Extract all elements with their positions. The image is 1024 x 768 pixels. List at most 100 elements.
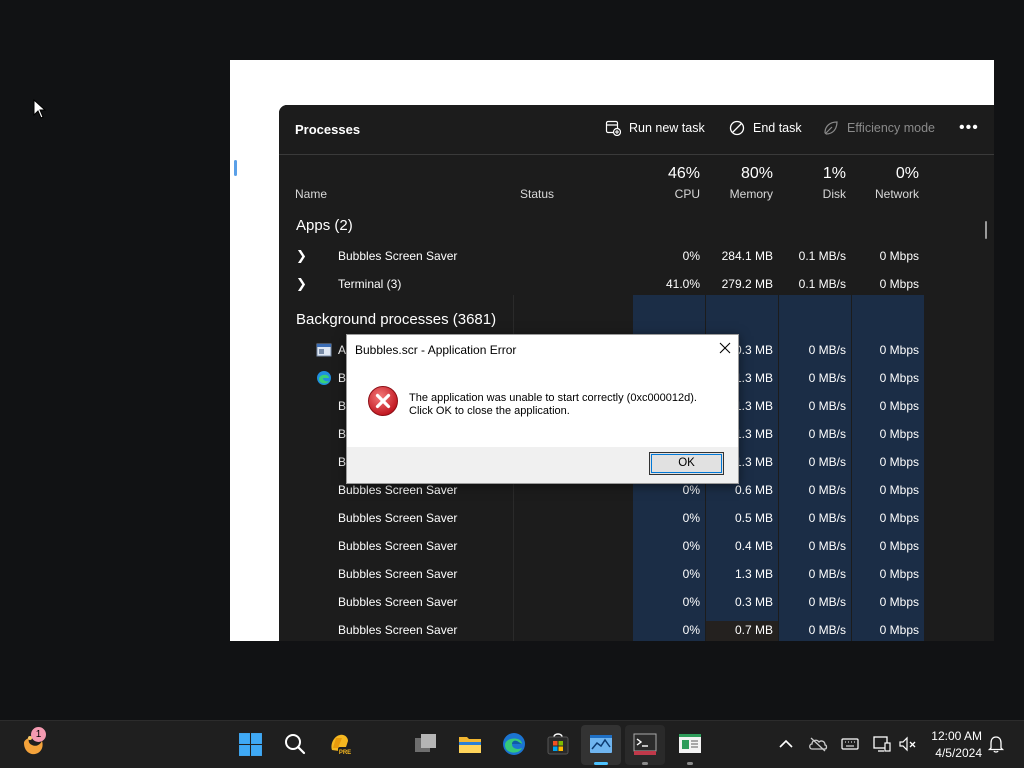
column-memory[interactable]: Memory xyxy=(712,187,773,201)
disk-value: 0 MB/s xyxy=(808,539,846,553)
table-row[interactable]: ❯ Terminal (3) 41.0% 279.2 MB 0.1 MB/s 0… xyxy=(279,270,994,298)
network-value: 0 Mbps xyxy=(879,343,919,357)
cpu-value: 0% xyxy=(682,595,700,609)
network-value: 0 Mbps xyxy=(879,623,919,637)
chevron-right-icon[interactable]: ❯ xyxy=(296,248,307,264)
network-value: 0 Mbps xyxy=(879,595,919,609)
chevron-up-icon[interactable] xyxy=(777,735,795,753)
terminal-icon[interactable] xyxy=(632,731,658,757)
column-cpu[interactable]: CPU xyxy=(639,187,700,201)
disk-value: 0 MB/s xyxy=(808,483,846,497)
end-task-button[interactable]: End task xyxy=(729,120,802,136)
memory-value: 0.5 MB xyxy=(734,511,773,525)
notepad-icon[interactable] xyxy=(677,731,703,757)
column-status[interactable]: Status xyxy=(520,187,554,201)
efficiency-mode-label: Efficiency mode xyxy=(847,121,936,135)
efficiency-mode-button[interactable]: Efficiency mode xyxy=(823,120,935,136)
taskbar: 1 PRE 12:00 AM 4/5/2024 xyxy=(0,720,1024,768)
network-percent: 0% xyxy=(895,165,919,182)
cpu-value: 0% xyxy=(682,539,700,553)
run-new-task-button[interactable]: Run new task xyxy=(605,120,705,136)
running-app-indicator xyxy=(687,762,693,765)
process-name: Bubbles Screen Saver xyxy=(338,623,458,637)
more-options-button[interactable]: ••• xyxy=(959,119,979,137)
table-row[interactable]: Bubbles Screen Saver 0% 0.4 MB 0 MB/s 0 … xyxy=(279,532,994,560)
cpu-value: 0% xyxy=(682,249,700,263)
keyboard-icon[interactable] xyxy=(841,735,859,753)
process-name: Bubbles Screen Saver xyxy=(338,595,458,609)
table-row[interactable]: Bubbles Screen Saver 0% 0.5 MB 0 MB/s 0 … xyxy=(279,504,994,532)
memory-value: 0.4 MB xyxy=(734,539,773,553)
cpu-value: 0% xyxy=(682,567,700,581)
cpu-value: 0% xyxy=(682,623,700,637)
ok-button[interactable]: OK xyxy=(649,452,724,475)
end-task-icon xyxy=(729,120,745,136)
start-icon[interactable] xyxy=(238,732,263,757)
store-icon[interactable] xyxy=(545,731,571,757)
table-row[interactable]: ❯ Bubbles Screen Saver 0% 284.1 MB 0.1 M… xyxy=(279,242,994,270)
edge-icon xyxy=(317,371,331,385)
file-explorer-icon[interactable] xyxy=(457,731,483,757)
network-value: 0 Mbps xyxy=(879,249,919,263)
disk-percent: 1% xyxy=(822,165,846,182)
nav-selection-indicator xyxy=(234,160,237,176)
background-section-header: Background processes (3681) xyxy=(296,311,497,328)
dialog-title-bar[interactable]: Bubbles.scr - Application Error xyxy=(347,335,738,365)
network-value: 0 Mbps xyxy=(879,539,919,553)
disk-value: 0 MB/s xyxy=(808,427,846,441)
process-name: Bubbles Screen Saver xyxy=(338,511,458,525)
copilot-pre-icon[interactable]: PRE xyxy=(326,730,354,758)
task-view-icon[interactable] xyxy=(413,732,439,756)
disk-value: 0 MB/s xyxy=(808,567,846,581)
running-app-indicator xyxy=(642,762,648,765)
process-name: B xyxy=(338,427,347,441)
chevron-right-icon[interactable]: ❯ xyxy=(296,276,307,292)
disk-value: 0 MB/s xyxy=(808,455,846,469)
process-name: Bubbles Screen Saver xyxy=(338,483,458,497)
notification-badge: 1 xyxy=(31,727,46,742)
column-network[interactable]: Network xyxy=(858,187,919,201)
application-error-dialog: Bubbles.scr - Application Error The appl… xyxy=(346,334,739,484)
network-value: 0 Mbps xyxy=(879,371,919,385)
disk-value: 0 MB/s xyxy=(808,623,846,637)
column-disk[interactable]: Disk xyxy=(785,187,846,201)
process-name: Terminal (3) xyxy=(338,277,402,291)
edge-icon[interactable] xyxy=(501,731,527,757)
task-manager-icon[interactable] xyxy=(588,731,614,757)
memory-value: 279.2 MB xyxy=(721,277,773,291)
onedrive-offline-icon[interactable] xyxy=(808,735,828,753)
table-row[interactable]: Bubbles Screen Saver 0% 1.3 MB 0 MB/s 0 … xyxy=(279,560,994,588)
volume-muted-icon[interactable] xyxy=(898,735,918,753)
error-instruction: Click OK to close the application. xyxy=(409,405,570,417)
network-value: 0 Mbps xyxy=(879,277,919,291)
notification-bell-icon[interactable] xyxy=(987,735,1005,753)
search-icon[interactable] xyxy=(283,732,307,756)
table-row[interactable]: Bubbles Screen Saver 0% 0.7 MB 0 MB/s 0 … xyxy=(279,616,994,641)
memory-value: 0.7 MB xyxy=(734,623,773,637)
column-name[interactable]: Name xyxy=(295,187,327,201)
network-value: 0 Mbps xyxy=(879,483,919,497)
disk-value: 0 MB/s xyxy=(808,511,846,525)
error-icon xyxy=(368,386,398,416)
memory-value: 284.1 MB xyxy=(721,249,773,263)
clock-time[interactable]: 12:00 AM xyxy=(926,729,982,743)
cpu-value: 41.0% xyxy=(665,277,700,291)
memory-value: 1.3 MB xyxy=(734,567,773,581)
disk-value: 0.1 MB/s xyxy=(798,277,846,291)
network-icon[interactable] xyxy=(872,735,892,753)
network-value: 0 Mbps xyxy=(879,455,919,469)
mouse-pointer-icon xyxy=(33,99,47,119)
process-name: A xyxy=(338,343,347,357)
scrollbar-thumb[interactable] xyxy=(985,221,987,239)
close-icon[interactable] xyxy=(717,340,733,356)
leaf-icon xyxy=(824,121,838,135)
clock-date[interactable]: 4/5/2024 xyxy=(926,746,982,760)
table-row[interactable]: Bubbles Screen Saver 0% 0.3 MB 0 MB/s 0 … xyxy=(279,588,994,616)
network-value: 0 Mbps xyxy=(879,511,919,525)
memory-value: 0.3 MB xyxy=(734,595,773,609)
process-name: Bubbles Screen Saver xyxy=(338,249,458,263)
disk-value: 0 MB/s xyxy=(808,343,846,357)
cpu-value: 0% xyxy=(682,483,700,497)
active-app-indicator xyxy=(594,762,608,765)
cpu-value: 0% xyxy=(682,511,700,525)
